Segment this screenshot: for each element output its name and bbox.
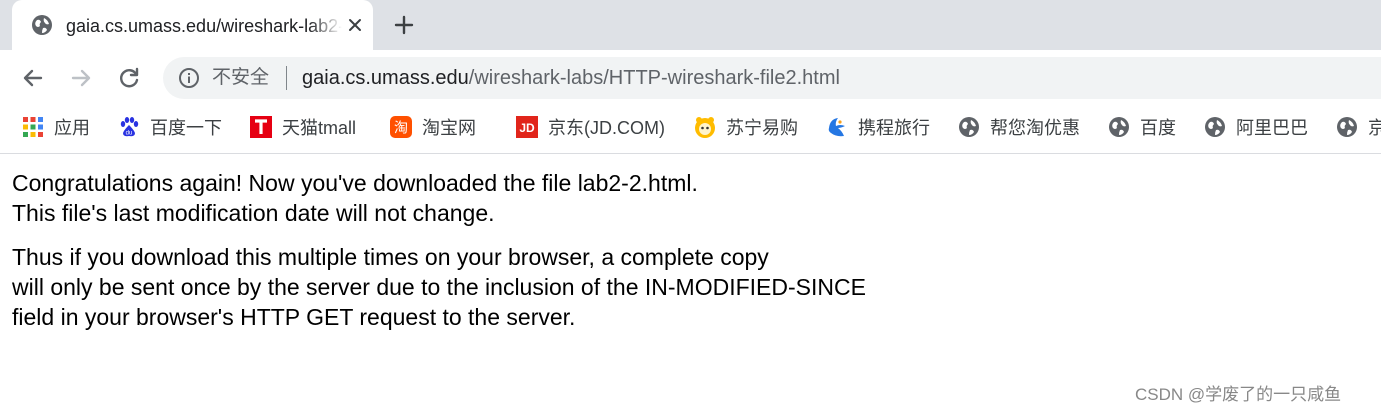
separator <box>286 66 287 90</box>
bookmark-jing-truncated[interactable]: 京 <box>1336 113 1381 141</box>
bookmark-taobao[interactable]: 淘 淘宝网 <box>390 113 476 141</box>
paragraph-congratulations: Congratulations again! Now you've downlo… <box>12 168 1312 228</box>
text-line: field in your browser's HTTP GET request… <box>12 304 576 330</box>
text-line: This file's last modification date will … <box>12 200 495 226</box>
bookmark-label: 应用 <box>54 118 90 138</box>
globe-icon <box>1337 117 1357 137</box>
bookmark-baidu-search[interactable]: du 百度一下 <box>118 113 222 141</box>
bookmark-label: 淘宝网 <box>422 118 476 138</box>
bookmark-label: 百度一下 <box>150 118 222 138</box>
watermark: CSDN @学废了的一只咸鱼 <box>1135 385 1342 404</box>
bookmark-bangnin[interactable]: 帮您淘优惠 <box>958 113 1080 141</box>
tmall-icon <box>250 116 272 138</box>
suning-icon <box>695 117 715 138</box>
baidu-icon: du <box>120 117 139 137</box>
bookmark-label: 百度 <box>1140 118 1176 138</box>
toolbar-divider <box>0 153 1381 154</box>
bookmark-apps[interactable]: 应用 <box>22 113 90 141</box>
bookmark-alibaba[interactable]: 阿里巴巴 <box>1204 113 1308 141</box>
bookmark-label: 阿里巴巴 <box>1236 118 1308 138</box>
svg-text:淘: 淘 <box>394 121 408 137</box>
paragraph-explanation: Thus if you download this multiple times… <box>12 242 1312 332</box>
globe-icon <box>959 117 979 137</box>
ctrip-icon <box>828 118 845 137</box>
text-line: Thus if you download this multiple times… <box>12 244 769 270</box>
bookmark-label: 携程旅行 <box>858 118 930 138</box>
bookmark-jd[interactable]: JD 京东(JD.COM) <box>516 113 665 141</box>
security-label[interactable]: 不安全 <box>212 66 269 90</box>
bookmark-ctrip[interactable]: 携程旅行 <box>826 113 930 141</box>
bookmark-tmall[interactable]: 天猫tmall <box>250 113 356 141</box>
bookmark-label: 京东(JD.COM) <box>548 118 665 138</box>
address-bar[interactable]: 不安全 gaia.cs.umass.edu/wireshark-labs/HTT… <box>163 57 1381 99</box>
bookmark-label: 天猫tmall <box>282 118 357 138</box>
active-tab[interactable]: gaia.cs.umass.edu/wireshark-lab2-2.html <box>12 0 373 50</box>
bookmark-suning[interactable]: 苏宁易购 <box>694 113 798 141</box>
globe-icon <box>1205 117 1225 137</box>
close-icon[interactable] <box>345 15 365 35</box>
bookmark-label: 京 <box>1368 118 1381 138</box>
bookmark-baidu[interactable]: 百度 <box>1108 113 1176 141</box>
globe-icon <box>32 15 52 35</box>
globe-icon <box>1109 117 1129 137</box>
tab-strip: gaia.cs.umass.edu/wireshark-lab2-2.html <box>0 0 1381 50</box>
jd-icon: JD <box>516 116 538 138</box>
page-content: Congratulations again! Now you've downlo… <box>12 168 1312 346</box>
apps-grid-icon <box>23 117 43 137</box>
info-icon[interactable] <box>178 67 200 89</box>
url-path: /wireshark-labs/HTTP-wireshark-file2.htm… <box>468 67 840 89</box>
reload-icon[interactable] <box>116 65 142 91</box>
text-line: Congratulations again! Now you've downlo… <box>12 170 698 196</box>
taobao-icon: 淘 <box>390 116 412 138</box>
url-host: gaia.cs.umass.edu <box>302 67 469 89</box>
svg-text:JD: JD <box>519 121 535 135</box>
back-arrow-icon[interactable] <box>20 65 46 91</box>
new-tab-plus-icon[interactable] <box>392 13 416 37</box>
bookmarks-bar: 应用 du 百度一下 天猫tmall 淘 淘宝网 JD 京东(JD.COM) 苏… <box>0 105 1381 149</box>
url-text[interactable]: gaia.cs.umass.edu/wireshark-labs/HTTP-wi… <box>302 65 840 91</box>
svg-text:du: du <box>126 131 133 137</box>
toolbar: 不安全 gaia.cs.umass.edu/wireshark-labs/HTT… <box>0 50 1381 105</box>
bookmark-label: 帮您淘优惠 <box>990 118 1080 138</box>
forward-arrow-icon[interactable] <box>68 65 94 91</box>
text-line: will only be sent once by the server due… <box>12 274 866 300</box>
bookmark-label: 苏宁易购 <box>726 118 798 138</box>
tab-title: gaia.cs.umass.edu/wireshark-lab2-2.html <box>66 16 342 36</box>
